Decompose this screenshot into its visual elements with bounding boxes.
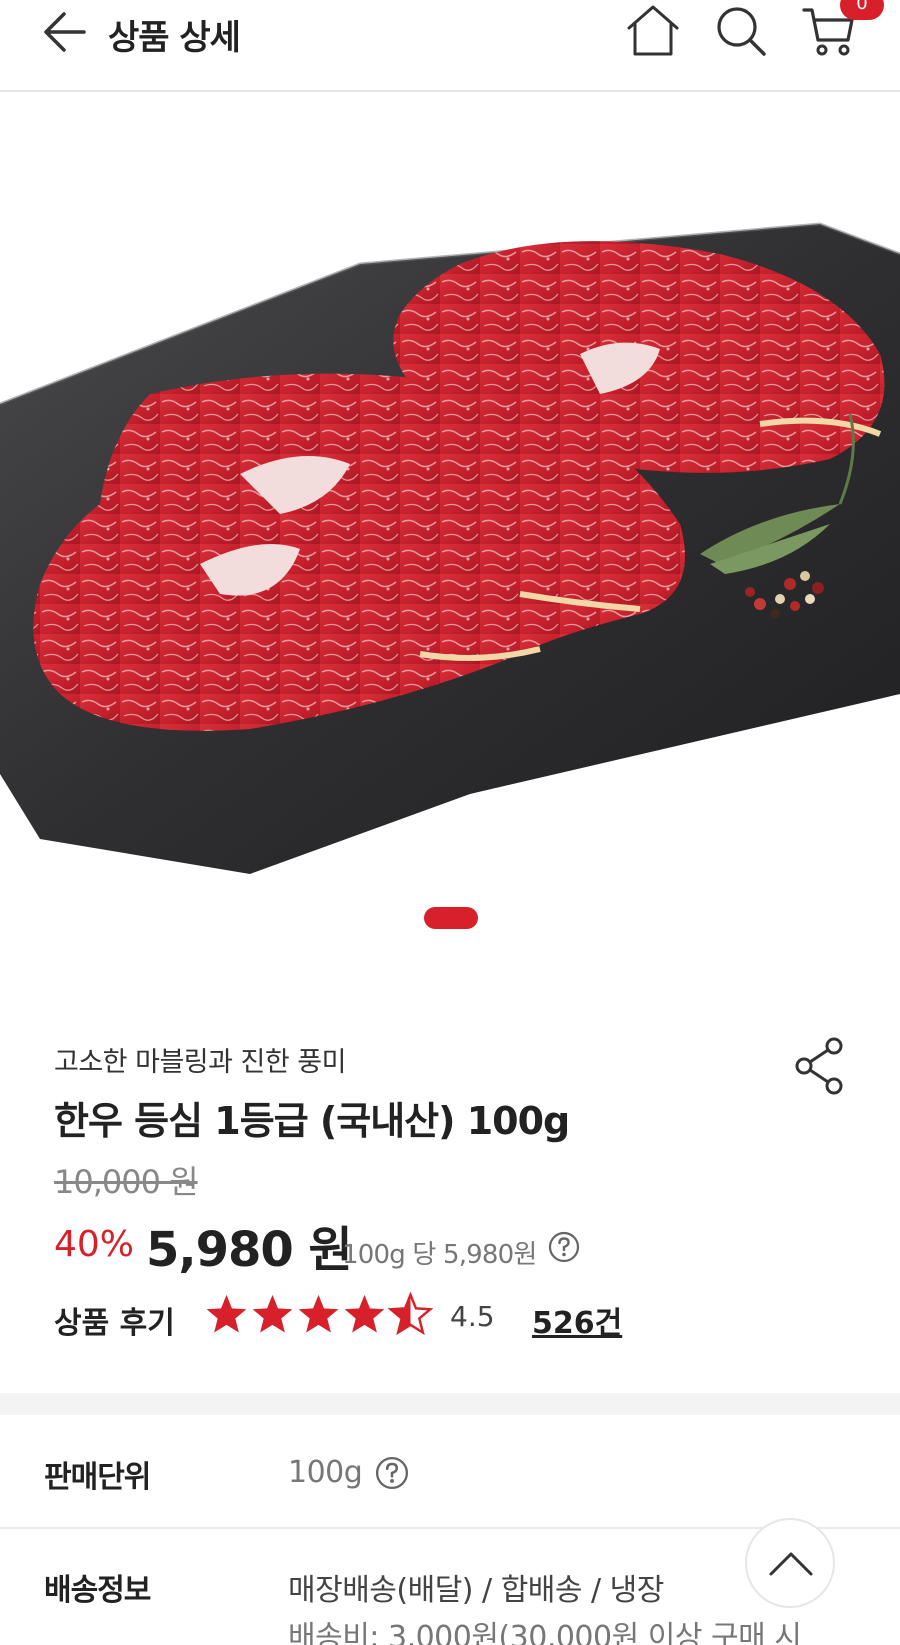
product-subtitle: 고소한 마블링과 진한 풍미 xyxy=(54,1047,347,1078)
original-price: 10,000 원 xyxy=(54,1163,199,1201)
app-header: 상품 상세 0 xyxy=(0,0,900,92)
share-icon[interactable] xyxy=(792,1036,848,1096)
rating-stars xyxy=(204,1292,434,1340)
review-count-link[interactable]: 526건 xyxy=(532,1298,622,1342)
question-circle-icon[interactable] xyxy=(375,1456,409,1490)
star-icon xyxy=(344,1294,385,1333)
section-divider xyxy=(0,1393,900,1415)
page-title: 상품 상세 xyxy=(108,18,241,58)
cart-count-badge: 0 xyxy=(840,0,884,20)
unit-price: 100g 당 5,980원 xyxy=(342,1240,537,1270)
star-icon xyxy=(298,1294,339,1333)
home-icon[interactable] xyxy=(624,2,682,60)
delivery-label: 배송정보 xyxy=(44,1573,151,1608)
star-icon xyxy=(206,1294,247,1333)
sale-price: 5,980 원 xyxy=(146,1222,353,1278)
half-star-icon xyxy=(388,1292,433,1336)
sales-unit-label: 판매단위 xyxy=(44,1460,151,1495)
star-icon xyxy=(252,1294,293,1333)
question-circle-icon[interactable] xyxy=(548,1231,580,1263)
search-icon[interactable] xyxy=(712,2,770,60)
carousel-indicator-active[interactable] xyxy=(424,907,478,929)
back-arrow-icon[interactable] xyxy=(40,4,96,60)
product-name: 한우 등심 1등급 (국내산) 100g xyxy=(54,1099,570,1143)
delivery-fee: 배송비: 3,000원(30,000원 이상 구매 시 xyxy=(288,1620,802,1645)
scroll-to-top-button[interactable] xyxy=(745,1518,835,1608)
delivery-value: 매장배송(배달) / 합배송 / 냉장 xyxy=(288,1573,664,1608)
sales-unit-value: 100g xyxy=(288,1455,363,1490)
chevron-up-icon xyxy=(769,1552,813,1576)
discount-rate: 40% xyxy=(54,1224,135,1265)
rating-score: 4.5 xyxy=(450,1300,495,1333)
review-label: 상품 후기 xyxy=(54,1306,175,1341)
product-image[interactable] xyxy=(0,94,900,954)
